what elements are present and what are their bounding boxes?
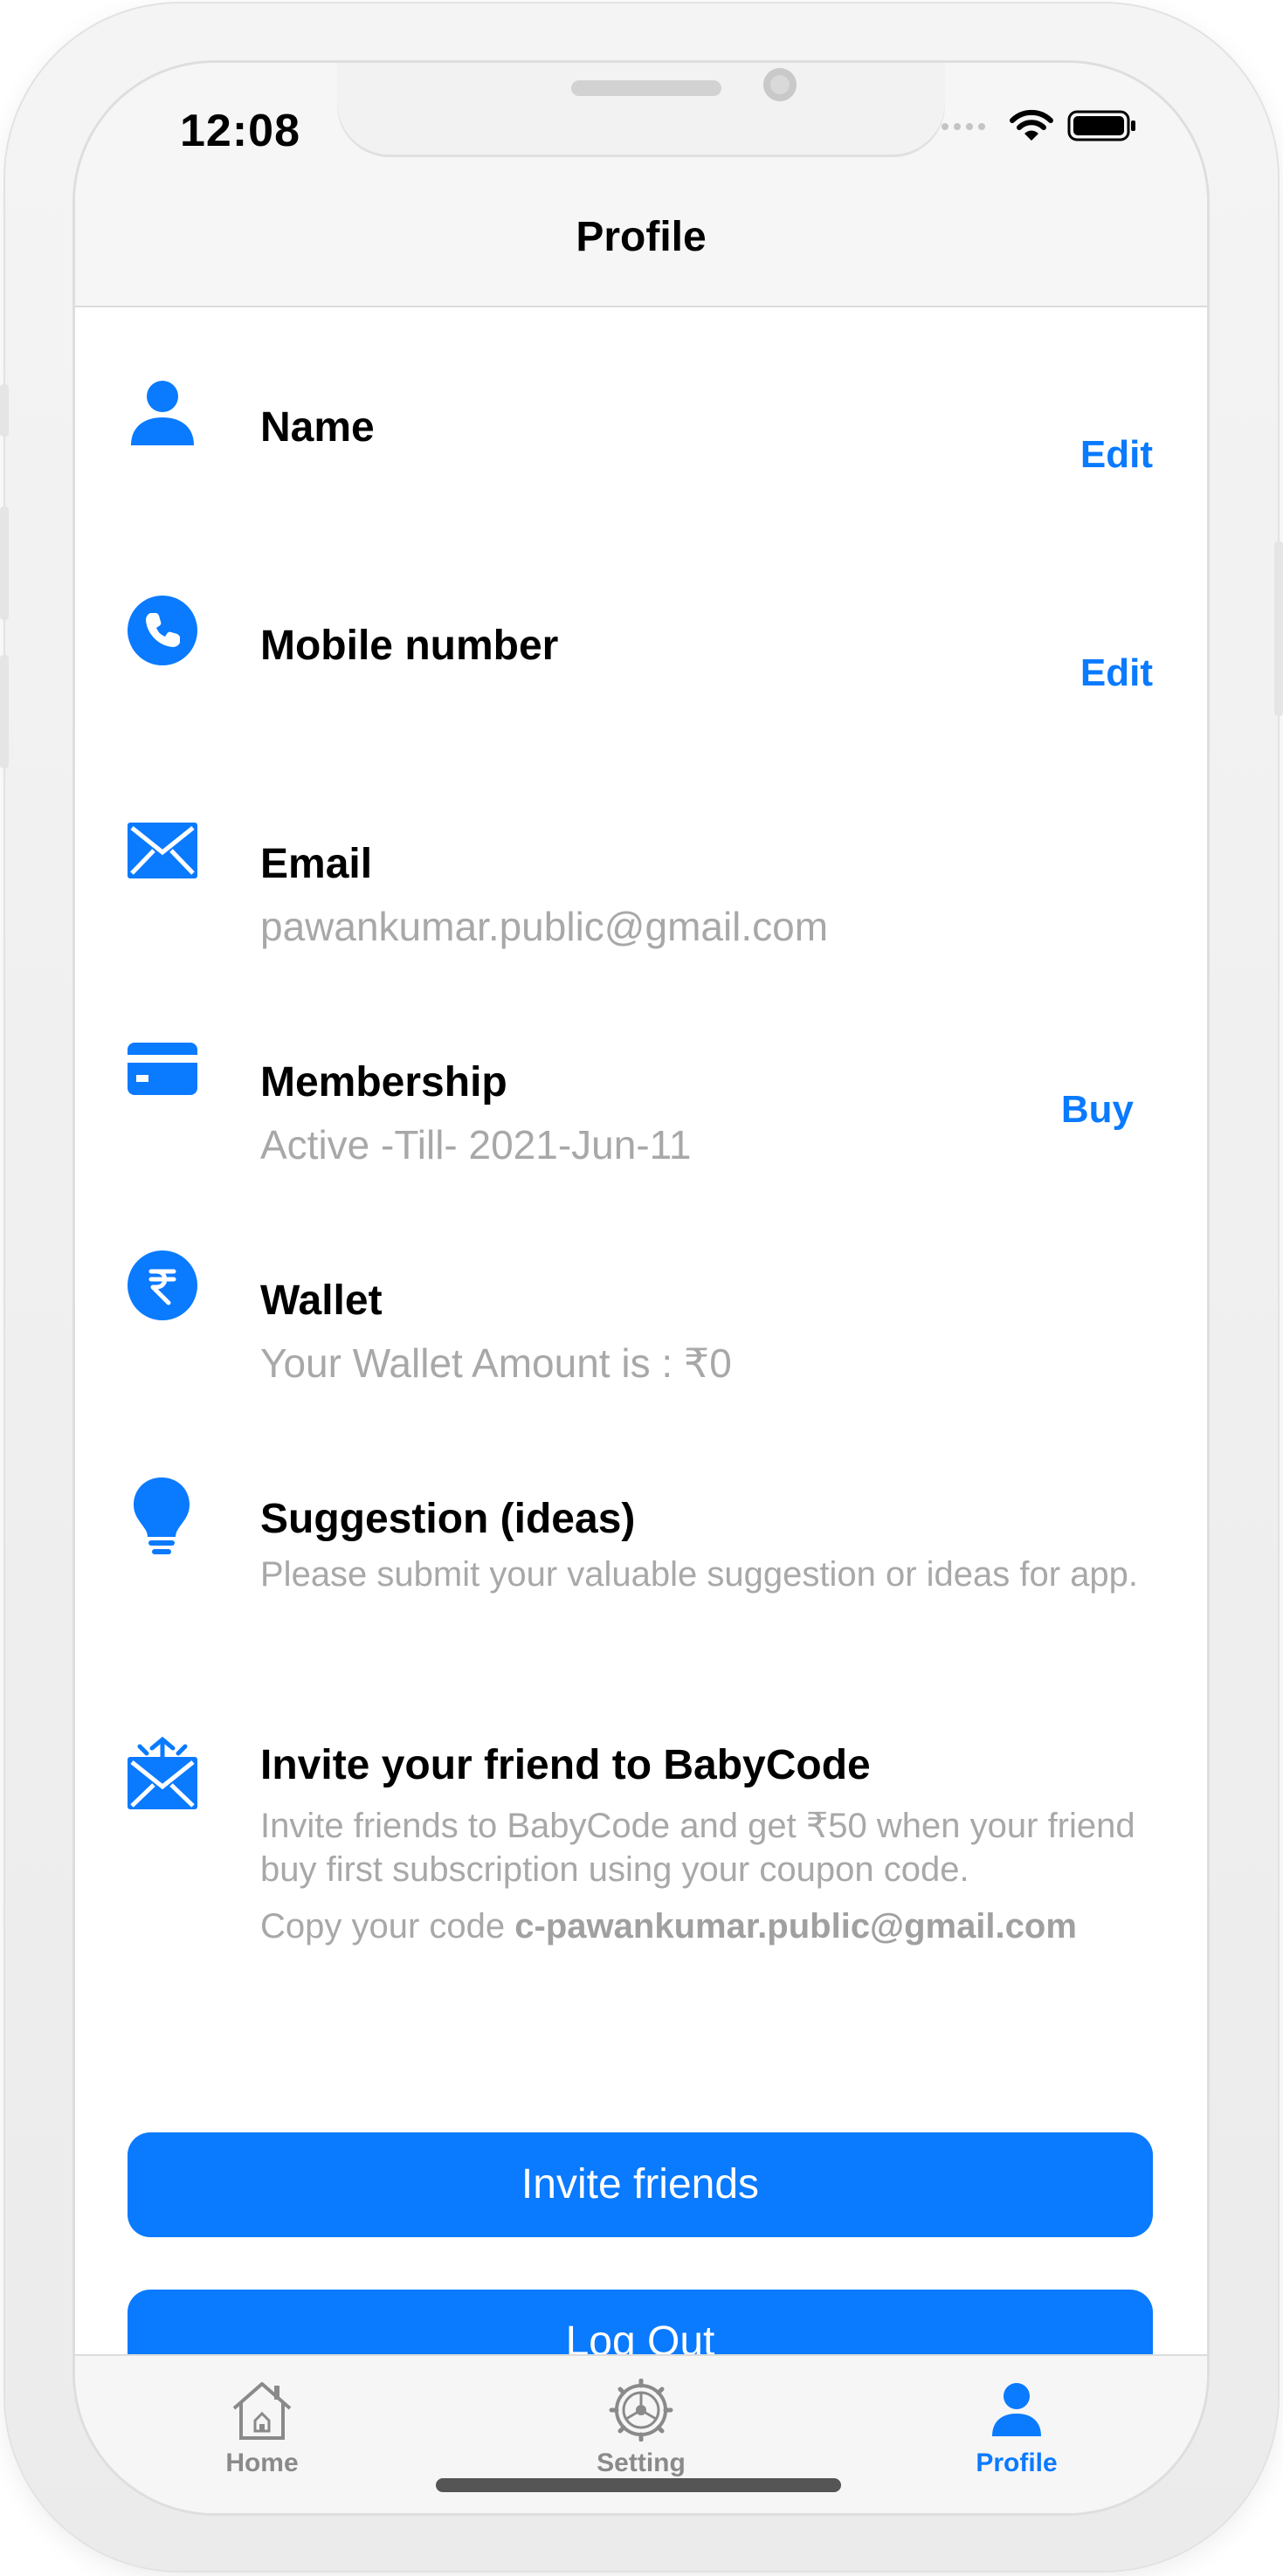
profile-row-membership: Membership Active -Till- 2021-Jun-11 Buy [75,962,1207,1181]
row-title: Wallet [260,1278,383,1324]
person-icon [131,381,194,445]
coupon-code[interactable]: c-pawankumar.public@gmail.com [514,1907,1077,1946]
suggestion-description: Please submit your valuable suggestion o… [260,1555,1139,1594]
mail-icon [128,823,197,878]
home-icon [232,2382,292,2440]
coupon-code-line[interactable]: Copy your code c-pawankumar.public@gmail… [260,1907,1077,1946]
battery-icon [1067,110,1135,141]
edit-name-button[interactable]: Edit [1080,433,1153,477]
profile-content[interactable]: Name Edit Mobile number Edit Email pawan… [75,307,1207,2354]
invite-mail-icon [128,1736,197,1809]
cellular-signal-icon [942,123,985,130]
row-title: Suggestion (ideas) [260,1496,636,1542]
invite-friends-button[interactable]: Invite friends [128,2132,1153,2237]
credit-card-icon [128,1043,197,1095]
buy-membership-button[interactable]: Buy [1061,1088,1134,1132]
tab-setting[interactable]: Setting [554,2379,728,2478]
phone-screen: 12:08 Profile Name Edit Mobile number Ed… [75,63,1207,2513]
rupee-icon [128,1250,197,1320]
speaker-grille [571,80,721,96]
navigation-bar: Profile [75,168,1207,307]
row-title: Email [260,841,373,887]
log-out-button[interactable]: Log Out [128,2290,1153,2354]
row-title: Mobile number [260,623,559,669]
status-bar: 12:08 [75,63,1207,168]
status-icons [940,108,1137,143]
edit-mobile-button[interactable]: Edit [1080,651,1153,695]
status-time: 12:08 [180,106,300,156]
profile-row-wallet: Wallet Your Wallet Amount is : ₹0 [75,1181,1207,1399]
row-title: Name [260,404,375,451]
tab-profile[interactable]: Profile [929,2379,1104,2478]
tab-home[interactable]: Home [175,2379,349,2478]
volume-down-button [0,655,9,768]
tab-label: Profile [976,2449,1058,2477]
phone-icon [128,596,197,665]
power-button [1274,541,1283,716]
notch [337,63,945,157]
coupon-code-prefix: Copy your code [260,1907,515,1946]
row-title: Invite your friend to BabyCode [260,1742,871,1788]
profile-row-suggestion[interactable]: Suggestion (ideas) Please submit your va… [75,1399,1207,1643]
tab-label: Setting [597,2449,686,2477]
front-camera [763,68,797,101]
page-title: Profile [576,214,707,260]
volume-up-button [0,506,9,620]
profile-row-name: Name Edit [75,307,1207,526]
home-indicator[interactable] [436,2478,841,2492]
person-icon [992,2383,1041,2436]
wifi-icon [1010,109,1053,141]
membership-status: Active -Till- 2021-Jun-11 [260,1122,692,1167]
profile-row-invite: Invite your friend to BabyCode Invite fr… [75,1643,1207,2010]
invite-description: Invite friends to BabyCode and get ₹50 w… [260,1807,1135,1889]
email-value: pawankumar.public@gmail.com [260,904,829,949]
profile-row-mobile: Mobile number Edit [75,526,1207,744]
wallet-amount: Your Wallet Amount is : ₹0 [260,1340,732,1386]
profile-row-email: Email pawankumar.public@gmail.com [75,744,1207,962]
tab-label: Home [225,2449,299,2477]
lightbulb-icon [134,1477,190,1554]
gear-icon [609,2379,673,2442]
mute-switch [0,384,9,437]
row-title: Membership [260,1059,507,1105]
